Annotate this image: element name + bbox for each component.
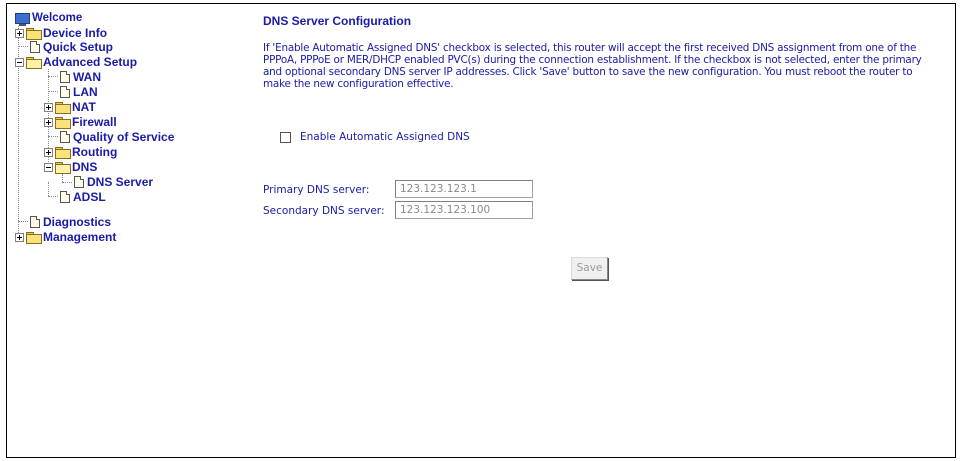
page-icon — [60, 131, 70, 143]
sidebar-item-label[interactable]: LAN — [73, 85, 98, 99]
sidebar-item-management[interactable]: Management — [15, 230, 116, 245]
sidebar-item-routing[interactable]: Routing — [44, 145, 117, 160]
folder-icon — [55, 102, 71, 114]
page-icon — [60, 71, 70, 83]
expand-plus-icon[interactable] — [44, 103, 53, 112]
page-frame: Welcome Device Info Quick Setup Advanced… — [6, 3, 956, 458]
open-folder-icon — [55, 162, 71, 174]
sidebar-item-dns[interactable]: DNS — [44, 160, 97, 175]
sidebar-item-quality-of-service[interactable]: Quality of Service — [60, 130, 174, 145]
sidebar-item-dns-server[interactable]: DNS Server — [74, 175, 153, 190]
sidebar-item-label[interactable]: DNS Server — [87, 175, 153, 189]
tree-line — [48, 136, 58, 137]
auto-dns-label: Enable Automatic Assigned DNS — [300, 131, 470, 143]
sidebar-item-diagnostics[interactable]: Diagnostics — [30, 215, 111, 230]
page-icon — [60, 191, 70, 203]
folder-icon — [26, 28, 42, 40]
sidebar-item-nat[interactable]: NAT — [44, 100, 96, 115]
folder-icon — [55, 147, 71, 159]
collapse-minus-icon[interactable] — [15, 58, 24, 67]
sidebar-item-device-info[interactable]: Device Info — [15, 26, 107, 41]
expand-plus-icon[interactable] — [44, 148, 53, 157]
tree-line — [48, 76, 58, 77]
page-icon — [60, 86, 70, 98]
expand-plus-icon[interactable] — [15, 29, 24, 38]
folder-icon — [26, 232, 42, 244]
sidebar-item-label[interactable]: Quality of Service — [73, 130, 174, 144]
primary-dns-input[interactable]: 123.123.123.1 — [395, 180, 533, 198]
auto-dns-checkbox[interactable] — [280, 132, 291, 143]
sidebar-item-label[interactable]: Routing — [72, 145, 117, 159]
sidebar-item-wan[interactable]: WAN — [60, 70, 101, 85]
folder-icon — [55, 117, 71, 129]
primary-dns-label: Primary DNS server: — [263, 184, 370, 196]
tree-line — [18, 46, 28, 47]
page-icon — [30, 41, 40, 53]
tree-line — [62, 174, 63, 182]
sidebar-item-firewall[interactable]: Firewall — [44, 115, 117, 130]
sidebar-item-quick-setup[interactable]: Quick Setup — [30, 40, 113, 55]
expand-plus-icon[interactable] — [15, 233, 24, 242]
sidebar-item-label[interactable]: Welcome — [32, 12, 82, 24]
sidebar-item-label[interactable]: Management — [43, 230, 116, 244]
page-description: If 'Enable Automatic Assigned DNS' check… — [263, 42, 922, 90]
page-icon — [30, 216, 40, 228]
sidebar-item-label[interactable]: Advanced Setup — [43, 55, 137, 69]
expand-plus-icon[interactable] — [44, 118, 53, 127]
tree-line — [48, 182, 49, 196]
tree-line — [48, 196, 58, 197]
secondary-dns-input[interactable]: 123.123.123.100 — [395, 201, 533, 219]
sidebar-item-label[interactable]: NAT — [72, 100, 96, 114]
sidebar-item-label[interactable]: Quick Setup — [43, 40, 113, 54]
sidebar-item-welcome[interactable]: Welcome — [15, 11, 82, 26]
collapse-minus-icon[interactable] — [44, 163, 53, 172]
sidebar-item-lan[interactable]: LAN — [60, 85, 98, 100]
sidebar-item-advanced-setup[interactable]: Advanced Setup — [15, 55, 137, 70]
page-icon — [74, 176, 84, 188]
sidebar-item-label[interactable]: DNS — [72, 160, 97, 174]
tree-line — [48, 91, 58, 92]
auto-dns-row: Enable Automatic Assigned DNS — [280, 130, 470, 144]
tree-line — [62, 182, 72, 183]
sidebar-item-label[interactable]: Diagnostics — [43, 215, 111, 229]
sidebar-item-label[interactable]: Firewall — [72, 115, 117, 129]
tree-line — [18, 221, 28, 222]
page-title: DNS Server Configuration — [263, 14, 412, 28]
sidebar-item-label[interactable]: WAN — [73, 70, 101, 84]
monitor-icon — [15, 13, 30, 26]
save-button[interactable]: Save — [571, 257, 608, 280]
sidebar-item-label[interactable]: Device Info — [43, 26, 107, 40]
sidebar-item-adsl[interactable]: ADSL — [60, 190, 106, 205]
open-folder-icon — [26, 57, 42, 69]
sidebar-item-label[interactable]: ADSL — [73, 190, 106, 204]
secondary-dns-label: Secondary DNS server: — [263, 205, 385, 217]
